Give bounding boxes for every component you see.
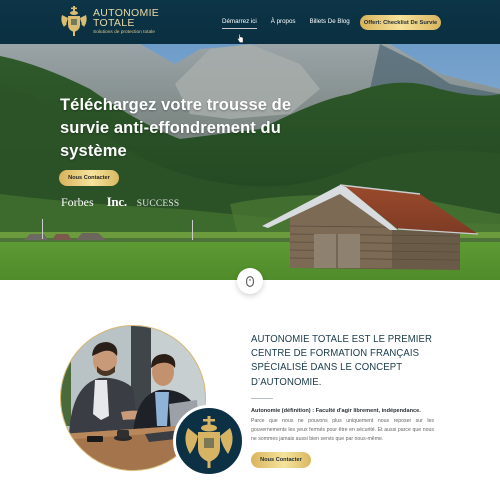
- logo[interactable]: AUTONOMIE TOTALE Solutions de protection…: [58, 5, 159, 37]
- coat-of-arms-icon: [58, 5, 90, 37]
- about-body-text: Parce que nous ne pouvons plus uniquemen…: [251, 418, 434, 442]
- nav-item-a-propos[interactable]: À propos: [271, 18, 296, 25]
- logo-title-line1: AUTONOMIE: [93, 6, 160, 19]
- hero-contact-button[interactable]: Nous Contacter: [59, 170, 119, 186]
- success-logo: SUCCESS: [136, 199, 180, 209]
- free-checklist-button[interactable]: Offert: Checklist De Survie: [360, 15, 441, 30]
- pointer-cursor-icon: [237, 30, 244, 43]
- logo-tagline: Solutions de protection totale: [93, 29, 155, 35]
- press-logos: Forbes Inc. SUCCESS: [61, 194, 179, 210]
- about-media: [60, 325, 245, 485]
- heading-divider: [251, 397, 273, 400]
- scroll-down-button[interactable]: [237, 268, 263, 294]
- nav-item-billets-de-blog[interactable]: Billets De Blog: [310, 18, 350, 25]
- about-heading: AUTONOMIE TOTALE EST LE PREMIER CENTRE D…: [251, 334, 432, 388]
- about-contact-button[interactable]: Nous Contacter: [251, 452, 311, 468]
- autonomy-definition: Autonomie (définition) : Faculté d'agir …: [251, 408, 421, 415]
- coat-of-arms-icon: [185, 416, 233, 468]
- inc-logo: Inc.: [106, 194, 127, 209]
- about-text: AUTONOMIE TOTALE EST LE PREMIER CENTRE D…: [251, 333, 443, 444]
- hero-section: Téléchargez votre trousse de survie anti…: [0, 44, 500, 280]
- main-nav: Démarrez ici À propos Billets De Blog: [222, 18, 364, 29]
- site-header: AUTONOMIE TOTALE Solutions de protection…: [0, 0, 500, 44]
- coat-of-arms-seal: [173, 405, 245, 477]
- mouse-scroll-icon: [246, 275, 254, 287]
- logo-title-line2: TOTALE: [93, 16, 135, 29]
- nav-item-demarrez-ici[interactable]: Démarrez ici: [222, 18, 257, 29]
- hero-title: Téléchargez votre trousse de survie anti…: [60, 96, 292, 160]
- forbes-logo: Forbes: [61, 195, 94, 209]
